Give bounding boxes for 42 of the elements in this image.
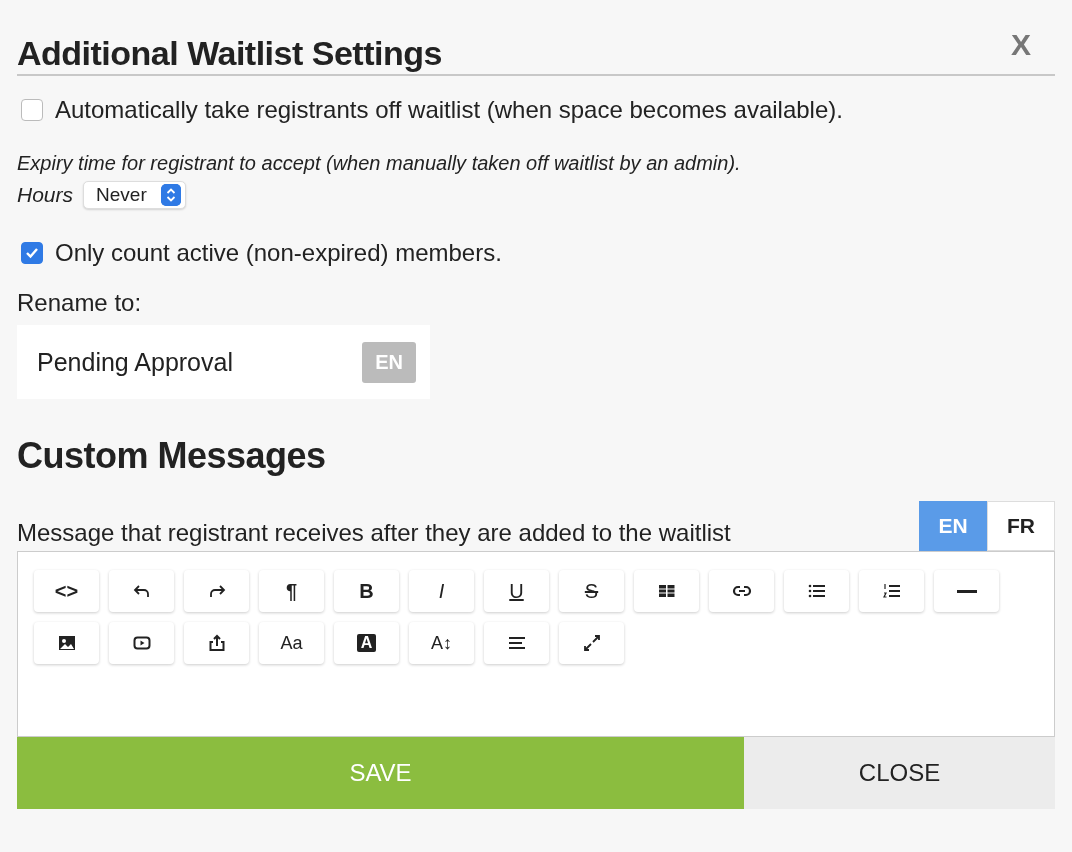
toolbar-button[interactable] (934, 570, 999, 612)
toolbar-button[interactable] (484, 622, 549, 664)
toolbar-button[interactable]: I (409, 570, 474, 612)
section-heading: Custom Messages (17, 435, 327, 477)
toolbar-button[interactable] (634, 570, 699, 612)
toolbar-button[interactable]: Aa (259, 622, 324, 664)
toolbar-button[interactable] (559, 622, 624, 664)
checkbox-label: Only count active (non-expired) members. (55, 239, 502, 267)
checkbox[interactable] (21, 99, 43, 121)
toolbar-button[interactable] (859, 570, 924, 612)
toolbar-button[interactable]: S (559, 570, 624, 612)
toolbar-button[interactable]: A (334, 622, 399, 664)
toolbar-button[interactable] (709, 570, 774, 612)
toolbar-button[interactable]: B (334, 570, 399, 612)
toolbar-button[interactable] (34, 622, 99, 664)
toolbar-button[interactable]: A↕ (409, 622, 474, 664)
rename-field[interactable]: Pending Approval EN (17, 325, 430, 399)
toolbar-button[interactable] (184, 622, 249, 664)
language-tab[interactable]: FR (987, 501, 1055, 551)
expiry-note: Expiry time for registrant to accept (when manually taken off waitlist by an admin). (17, 152, 742, 175)
rename-label: Rename to: (17, 289, 143, 317)
numbered-list-icon (881, 581, 902, 601)
toolbar-button[interactable]: <> (34, 570, 99, 612)
dropdown-arrows-icon (160, 184, 181, 206)
language-badge: EN (362, 341, 416, 383)
toolbar-button[interactable]: ¶ (259, 570, 324, 612)
message-label: Message that registrant receives after they are added to the waitlist (17, 519, 731, 548)
checkmark-icon (25, 246, 39, 260)
expand-icon (581, 633, 602, 653)
checkbox[interactable] (21, 242, 43, 264)
horizontal-rule-icon (956, 589, 977, 593)
close-button[interactable]: CLOSE (744, 737, 1055, 809)
hours-select[interactable]: Never (83, 181, 186, 209)
checkbox-label: Automatically take registrants off waitlist (when space becomes available). (55, 96, 843, 124)
toolbar-button[interactable] (784, 570, 849, 612)
image-icon (56, 633, 77, 653)
dialog-title: Additional Waitlist Settings (17, 33, 442, 74)
toolbar-button[interactable] (109, 622, 174, 664)
toolbar-button[interactable]: U (484, 570, 549, 612)
close-button[interactable]: X (1011, 28, 1055, 74)
hours-label: Hours (17, 183, 74, 207)
message-editor[interactable]: <> ¶ B I U S Aa A A↕ (17, 551, 1055, 737)
